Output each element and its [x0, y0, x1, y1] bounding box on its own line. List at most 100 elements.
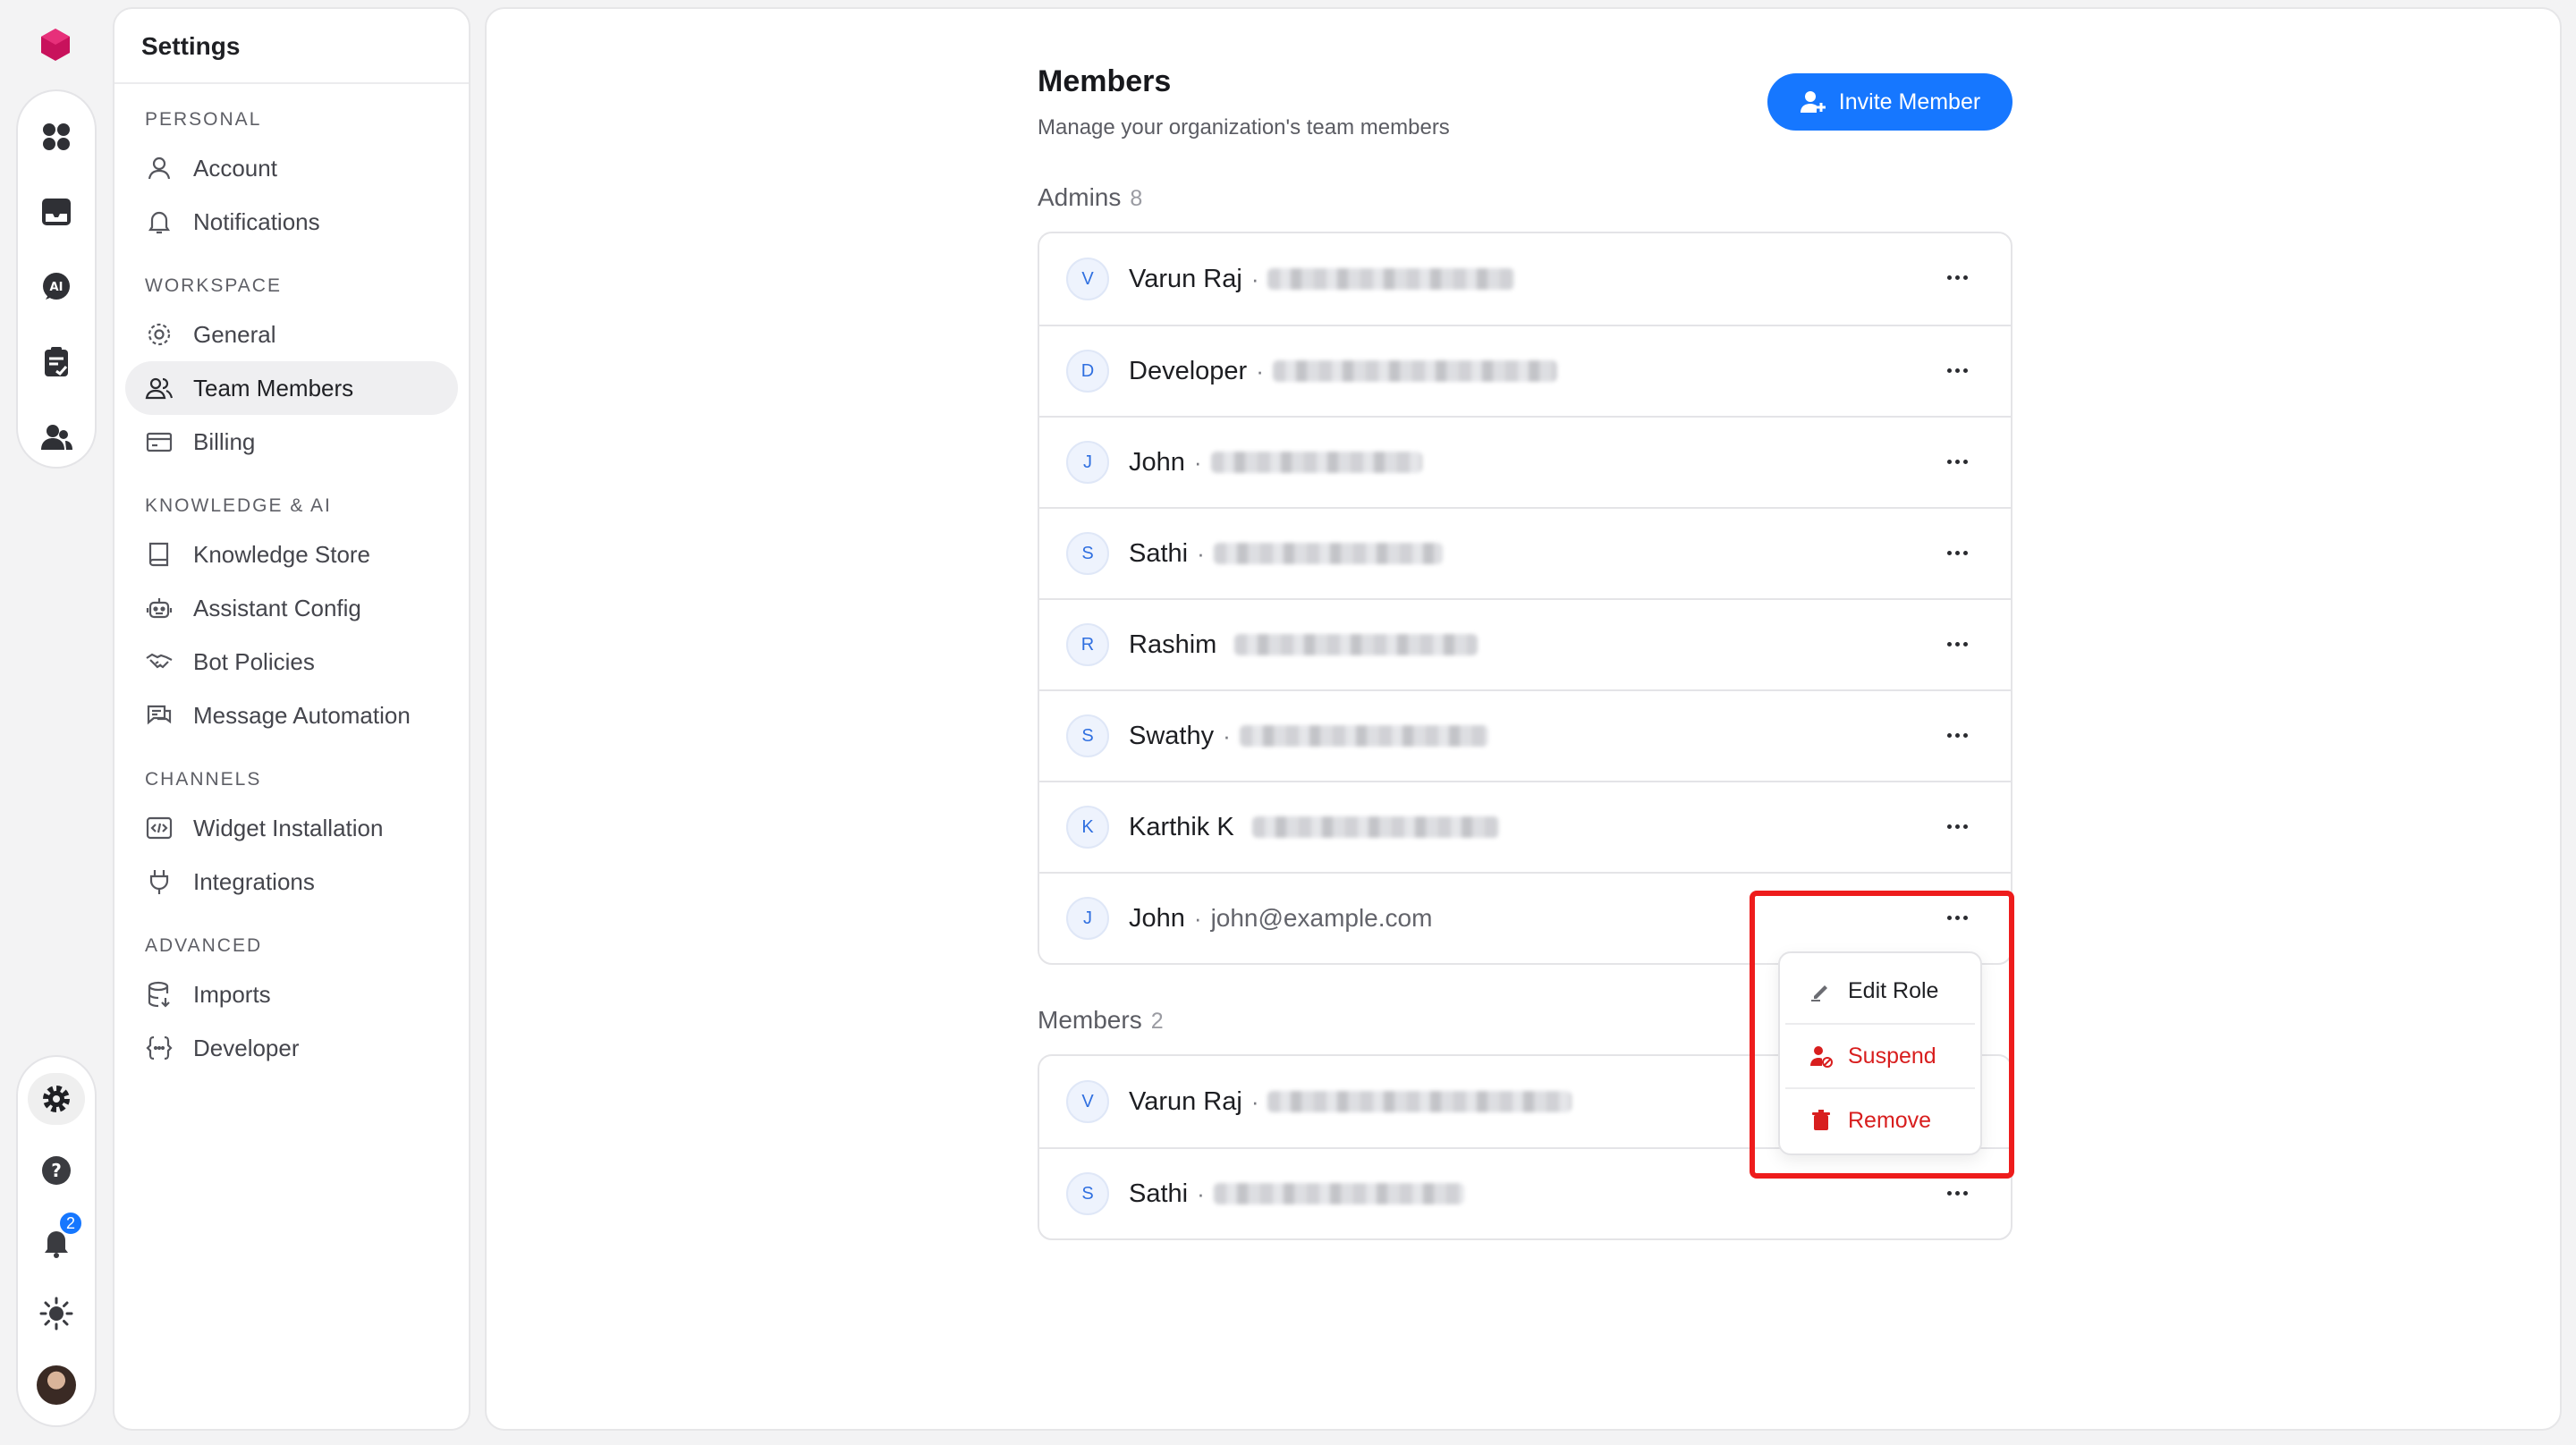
member-avatar: S	[1066, 1172, 1109, 1215]
menu-label: Remove	[1848, 1107, 1932, 1133]
email-blurred	[1210, 452, 1422, 473]
nav-item-message-automation[interactable]: Message Automation	[125, 689, 458, 742]
more-actions-button[interactable]	[1939, 1179, 1975, 1206]
nav-item-assistant-config[interactable]: Assistant Config	[125, 581, 458, 635]
invite-member-button[interactable]: Invite Member	[1767, 73, 2012, 131]
nav-item-integrations[interactable]: Integrations	[125, 855, 458, 908]
nav-item-knowledge-store[interactable]: Knowledge Store	[125, 528, 458, 581]
table-row: J John ·	[1039, 416, 2011, 507]
notification-badge: 2	[58, 1211, 83, 1236]
bell-icon	[148, 211, 171, 234]
more-actions-button[interactable]	[1939, 630, 1975, 657]
member-avatar: J	[1066, 441, 1109, 484]
admins-label: Admins	[1038, 183, 1122, 211]
user-block-icon	[1810, 1046, 1833, 1068]
separator: ·	[1256, 357, 1264, 384]
member-actions-menu: Edit Role Suspend Remove	[1778, 951, 1982, 1155]
member-name: Varun Raj	[1129, 264, 1242, 293]
member-avatar: R	[1066, 623, 1109, 666]
member-name: Rashim	[1129, 630, 1217, 659]
pencil-icon	[1811, 985, 1827, 1001]
menu-label: Edit Role	[1848, 977, 1939, 1003]
menu-item-edit-role[interactable]: Edit Role	[1785, 959, 1975, 1023]
more-actions-button[interactable]	[1939, 357, 1975, 384]
separator: ·	[1193, 448, 1202, 476]
table-row: S Swathy ·	[1039, 689, 2011, 781]
menu-item-remove[interactable]: Remove	[1785, 1087, 1975, 1152]
rail-dashboard[interactable]	[28, 111, 85, 163]
plug-icon	[149, 870, 169, 894]
nav-label: Imports	[193, 980, 271, 1008]
book-icon	[148, 542, 169, 567]
menu-label: Suspend	[1848, 1043, 1936, 1069]
email-blurred	[1272, 360, 1557, 382]
svg-text:AI: AI	[50, 281, 64, 294]
member-name: John	[1129, 903, 1185, 933]
rail-theme[interactable]	[28, 1288, 85, 1339]
table-row: S Sathi ·	[1039, 507, 2011, 598]
rail-notifications[interactable]: 2	[28, 1211, 85, 1268]
nav-item-notifications[interactable]: Notifications	[125, 195, 458, 249]
member-name: Swathy	[1129, 721, 1215, 750]
icon-rail: AI ? 2	[0, 0, 111, 1445]
separator: ·	[1250, 1087, 1259, 1115]
nav-item-imports[interactable]: Imports	[125, 968, 458, 1021]
user-plus-icon	[1800, 91, 1826, 113]
nav-item-widget-installation[interactable]: Widget Installation	[125, 801, 458, 855]
nav-label: Integrations	[193, 867, 315, 895]
more-actions-button[interactable]	[1939, 264, 1975, 291]
inbox-icon	[42, 199, 71, 225]
clipboard-check-icon	[45, 347, 68, 376]
member-avatar: V	[1066, 258, 1109, 300]
rail-contacts[interactable]	[28, 411, 85, 463]
nav-label: Widget Installation	[193, 814, 384, 841]
more-actions-button[interactable]	[1939, 813, 1975, 840]
nav-item-developer[interactable]: Developer	[125, 1021, 458, 1075]
user-icon	[148, 156, 171, 180]
nav-section-advanced: ADVANCED	[145, 935, 263, 956]
nav-item-team-members[interactable]: Team Members	[125, 361, 458, 415]
separator: ·	[1193, 904, 1202, 932]
apps-grid-icon	[43, 123, 70, 150]
rail-profile[interactable]	[28, 1359, 85, 1411]
nav-item-bot-policies[interactable]: Bot Policies	[125, 635, 458, 689]
rail-nav-top: AI	[16, 89, 97, 469]
users-icon	[41, 425, 72, 450]
table-row: D Developer ·	[1039, 325, 2011, 416]
app-logo-icon[interactable]	[39, 27, 72, 63]
settings-sidebar: Settings PERSONAL Account Notifications …	[113, 7, 470, 1431]
separator: ·	[1223, 722, 1231, 749]
robot-icon	[146, 598, 173, 619]
table-row: J John · john@example.com	[1039, 872, 2011, 963]
members-count: 2	[1150, 1009, 1164, 1034]
nav-item-general[interactable]: General	[125, 308, 458, 361]
rail-tasks[interactable]	[28, 336, 85, 388]
nav-label: General	[193, 320, 276, 348]
nav-label: Notifications	[193, 207, 320, 235]
code-icon	[146, 816, 173, 840]
nav-item-account[interactable]: Account	[125, 141, 458, 195]
separator: ·	[1197, 1179, 1205, 1207]
menu-item-suspend[interactable]: Suspend	[1785, 1023, 1975, 1087]
rail-inbox[interactable]	[28, 186, 85, 238]
nav-item-billing[interactable]: Billing	[125, 415, 458, 469]
more-actions-button[interactable]	[1939, 904, 1975, 931]
nav-label: Billing	[193, 427, 256, 455]
table-row: S Sathi ·	[1039, 1147, 2011, 1238]
more-actions-button[interactable]	[1939, 539, 1975, 566]
rail-ai[interactable]: AI	[28, 261, 85, 313]
member-avatar: S	[1066, 714, 1109, 757]
more-actions-button[interactable]	[1939, 448, 1975, 475]
main-panel: Members Manage your organization's team …	[485, 7, 2562, 1431]
member-avatar: S	[1066, 532, 1109, 575]
member-name: Developer	[1129, 356, 1248, 385]
member-name: Varun Raj	[1129, 1086, 1242, 1116]
sun-icon	[39, 1297, 73, 1331]
more-actions-button[interactable]	[1939, 722, 1975, 748]
separator: ·	[1250, 265, 1259, 292]
rail-settings[interactable]	[28, 1073, 85, 1125]
member-name: Karthik K	[1129, 812, 1234, 841]
braces-icon	[146, 1035, 173, 1061]
nav-section-workspace: WORKSPACE	[145, 275, 282, 296]
rail-help[interactable]: ?	[28, 1145, 85, 1196]
